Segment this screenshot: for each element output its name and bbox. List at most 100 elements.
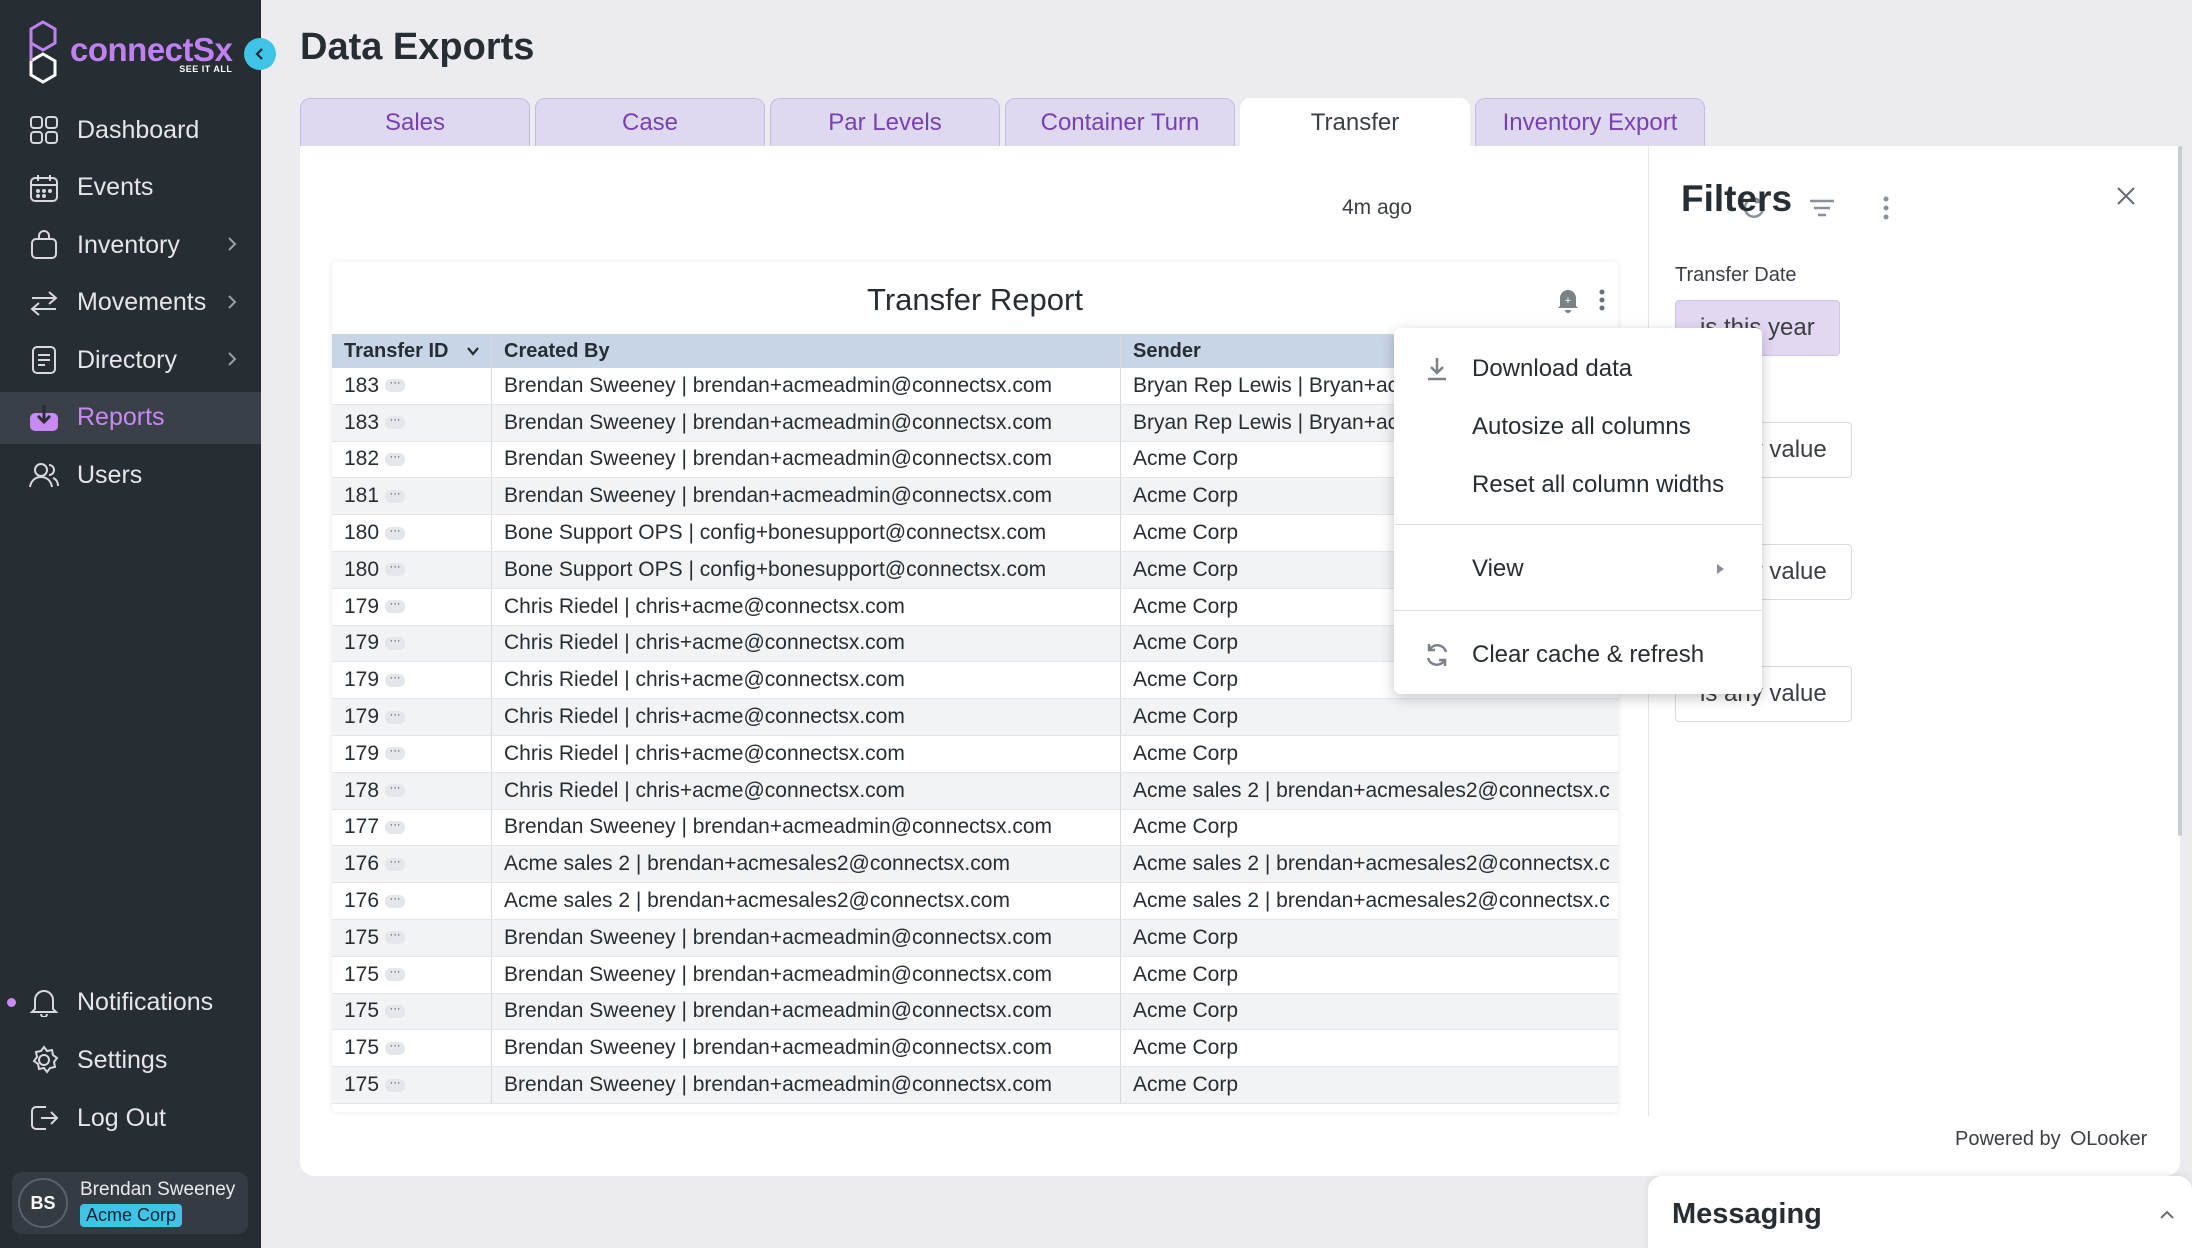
menu-divider xyxy=(1394,524,1762,525)
close-icon[interactable] xyxy=(2114,184,2138,208)
dashboard-panel: 4m ago Transfer Report + Transfer ID Cre… xyxy=(300,146,2182,1176)
filters-scrollbar[interactable] xyxy=(2178,146,2182,836)
user-card[interactable]: BS Brendan Sweeney Acme Corp xyxy=(12,1172,248,1234)
sidebar-item-label: Inventory xyxy=(77,230,180,259)
more-options-pill[interactable]: ··· xyxy=(385,893,406,908)
tab-transfer[interactable]: Transfer xyxy=(1240,98,1470,146)
sidebar-item-users[interactable]: Users xyxy=(0,449,261,501)
cell-transfer-id: 179 ··· xyxy=(332,699,492,735)
sidebar-item-directory[interactable]: Directory xyxy=(0,334,261,386)
cell-transfer-id: 183 ··· xyxy=(332,368,492,404)
more-options-pill[interactable]: ··· xyxy=(385,746,406,761)
menu-item-reset-column-widths[interactable]: Reset all column widths xyxy=(1394,458,1762,512)
cell-created-by: Chris Riedel | chris+acme@connectsx.com xyxy=(492,625,1121,662)
sidebar-item-settings[interactable]: Settings xyxy=(0,1034,261,1086)
table-row[interactable]: 175 ··· Brendan Sweeney | brendan+acmeadmi… xyxy=(332,956,1618,994)
table-row[interactable]: 175 ··· Brendan Sweeney | brendan+acmeadmi… xyxy=(332,1067,1618,1104)
cell-transfer-id: 178 ··· xyxy=(332,772,492,809)
more-options-pill[interactable]: ··· xyxy=(385,856,406,871)
sidebar-item-inventory[interactable]: Inventory xyxy=(0,219,261,271)
more-options-pill[interactable]: ··· xyxy=(385,599,406,614)
sidebar-nav: Dashboard Events Inventory Movements Dir… xyxy=(0,104,261,507)
more-options-pill[interactable]: ··· xyxy=(385,819,406,834)
cell-created-by: Chris Riedel | chris+acme@connectsx.com xyxy=(492,662,1121,699)
logo-mark-icon xyxy=(29,20,57,84)
more-options-pill[interactable]: ··· xyxy=(385,1040,406,1055)
sidebar-item-notifications[interactable]: Notifications xyxy=(0,976,261,1028)
table-row[interactable]: 179 ··· Chris Riedel | chris+acme@connects… xyxy=(332,735,1618,773)
more-options-pill[interactable]: ··· xyxy=(385,1003,406,1018)
cell-created-by: Brendan Sweeney | brendan+acmeadmin@conn… xyxy=(492,368,1121,404)
table-row[interactable]: 177 ··· Brendan Sweeney | brendan+acmeadmi… xyxy=(332,809,1618,847)
cell-created-by: Chris Riedel | chris+acme@connectsx.com xyxy=(492,588,1121,625)
chevron-right-icon xyxy=(228,237,237,251)
table-row[interactable]: 175 ··· Brendan Sweeney | brendan+acmeadmi… xyxy=(332,919,1618,957)
cell-transfer-id: 175 ··· xyxy=(332,956,492,993)
messaging-widget[interactable]: Messaging xyxy=(1648,1176,2192,1248)
sidebar-item-reports[interactable]: Reports xyxy=(0,391,261,444)
tab-container-turn[interactable]: Container Turn xyxy=(1005,98,1235,146)
app-logo[interactable]: connectSx SEE IT ALL xyxy=(28,18,233,88)
cell-created-by: Bone Support OPS | config+bonesupport@co… xyxy=(492,515,1121,551)
column-header-transfer-id[interactable]: Transfer ID xyxy=(332,334,492,368)
powered-by: Powered by ⭘Looker xyxy=(1955,1128,2148,1150)
sidebar-item-dashboard[interactable]: Dashboard xyxy=(0,104,261,156)
table-row[interactable]: 176 ··· Acme sales 2 | brendan+acmesales2@… xyxy=(332,846,1618,884)
tab-sales[interactable]: Sales xyxy=(300,98,530,146)
table-row[interactable]: 175 ··· Brendan Sweeney | brendan+acmeadmi… xyxy=(332,993,1618,1031)
notification-dot xyxy=(7,998,16,1007)
alert-bell-icon[interactable]: + xyxy=(1554,286,1582,314)
table-row[interactable]: 178 ··· Chris Riedel | chris+acme@connects… xyxy=(332,772,1618,810)
bag-icon xyxy=(27,228,61,262)
sidebar-collapse-button[interactable] xyxy=(244,38,276,70)
tile-kebab-icon[interactable] xyxy=(1592,286,1612,314)
sidebar-item-label: Settings xyxy=(77,1045,168,1074)
more-options-pill[interactable]: ··· xyxy=(385,709,406,724)
cell-created-by: Acme sales 2 | brendan+acmesales2@connec… xyxy=(492,883,1121,919)
cell-sender: Acme Corp xyxy=(1133,1073,1239,1097)
chevron-up-icon[interactable] xyxy=(2156,1204,2178,1226)
more-options-pill[interactable]: ··· xyxy=(385,967,406,982)
more-options-pill[interactable]: ··· xyxy=(385,783,406,798)
looker-logo-icon: ⭘ xyxy=(2070,1128,2087,1150)
more-options-pill[interactable]: ··· xyxy=(385,562,406,577)
cell-created-by: Brendan Sweeney | brendan+acmeadmin@conn… xyxy=(492,478,1121,515)
tab-case[interactable]: Case xyxy=(535,98,765,146)
more-options-pill[interactable]: ··· xyxy=(385,672,406,687)
more-options-pill[interactable]: ··· xyxy=(385,1077,406,1092)
more-options-pill[interactable]: ··· xyxy=(385,488,406,503)
more-options-pill[interactable]: ··· xyxy=(385,451,406,466)
menu-item-download-data[interactable]: Download data xyxy=(1394,342,1762,396)
sidebar: connectSx SEE IT ALL Dashboard Events In… xyxy=(0,0,261,1248)
more-options-pill[interactable]: ··· xyxy=(385,415,406,430)
sidebar-item-logout[interactable]: Log Out xyxy=(0,1092,261,1144)
sidebar-item-movements[interactable]: Movements xyxy=(0,277,261,329)
column-header-created-by[interactable]: Created By xyxy=(492,334,1121,368)
table-row[interactable]: 176 ··· Acme sales 2 | brendan+acmesales2@… xyxy=(332,883,1618,920)
cell-created-by: Brendan Sweeney | brendan+acmeadmin@conn… xyxy=(492,1030,1121,1067)
cell-created-by: Brendan Sweeney | brendan+acmeadmin@conn… xyxy=(492,956,1121,993)
tab-inventory-export[interactable]: Inventory Export xyxy=(1475,98,1705,146)
cell-sender: Acme sales 2 | brendan+acmesales2@connec… xyxy=(1133,889,1610,913)
more-options-pill[interactable]: ··· xyxy=(385,525,406,540)
menu-item-view[interactable]: View xyxy=(1394,542,1762,596)
users-icon xyxy=(27,458,61,492)
cell-sender: Acme Corp xyxy=(1133,1036,1239,1060)
more-options-pill[interactable]: ··· xyxy=(385,930,406,945)
menu-item-clear-cache-refresh[interactable]: Clear cache & refresh xyxy=(1394,628,1762,682)
cell-sender: Acme Corp xyxy=(1133,962,1239,986)
cell-created-by: Brendan Sweeney | brendan+acmeadmin@conn… xyxy=(492,1067,1121,1103)
cell-created-by: Bone Support OPS | config+bonesupport@co… xyxy=(492,551,1121,588)
sidebar-item-events[interactable]: Events xyxy=(0,162,261,214)
more-options-pill[interactable]: ··· xyxy=(385,635,406,650)
user-name: Brendan Sweeney xyxy=(80,1179,236,1200)
more-options-pill[interactable]: ··· xyxy=(385,378,406,393)
table-row[interactable]: 179 ··· Chris Riedel | chris+acme@connects… xyxy=(332,699,1618,736)
cell-created-by: Chris Riedel | chris+acme@connectsx.com xyxy=(492,699,1121,735)
tab-par-levels[interactable]: Par Levels xyxy=(770,98,1000,146)
table-row[interactable]: 175 ··· Brendan Sweeney | brendan+acmeadmi… xyxy=(332,1030,1618,1068)
menu-item-autosize-columns[interactable]: Autosize all columns xyxy=(1394,400,1762,454)
cell-sender: Acme Corp xyxy=(1133,741,1239,765)
cell-created-by: Chris Riedel | chris+acme@connectsx.com xyxy=(492,772,1121,809)
sort-desc-icon xyxy=(467,347,480,356)
